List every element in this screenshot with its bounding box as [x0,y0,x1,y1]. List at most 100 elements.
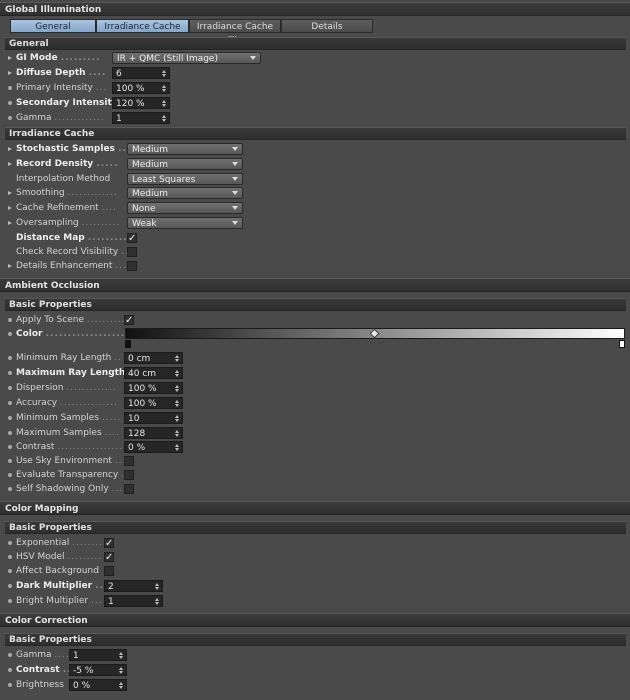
exponential-checkbox[interactable]: ✓ [104,538,114,549]
diffuse-depth-label: Diffuse Depth [16,68,86,78]
record-density-dropdown[interactable]: Medium [127,158,243,170]
cc-brightness-field[interactable]: 0 % [69,679,127,691]
chevron-down-icon [232,221,238,225]
self-shadowing-label: Self Shadowing Only [16,484,109,494]
cc-contrast-field[interactable]: -5 % [69,664,127,676]
self-shadowing-checkbox[interactable] [124,484,134,494]
stochastic-samples-dropdown[interactable]: Medium [127,143,243,155]
stepper-icon[interactable] [174,398,180,408]
param-dot-icon [8,668,12,672]
param-dot-icon [8,541,12,545]
param-dot-icon [8,101,12,105]
accuracy-field[interactable]: 100 % [124,397,183,409]
chevron-down-icon [232,206,238,210]
cc-gamma-field[interactable]: 1 [69,649,127,661]
expand-arrow-icon[interactable] [8,147,12,151]
gamma-value: 1 [116,114,122,124]
expand-arrow-icon[interactable] [8,264,12,268]
stepper-icon[interactable] [174,353,180,363]
param-dot-icon [8,401,12,405]
gi-mode-label: GI Mode [16,53,58,63]
interpolation-method-dropdown[interactable]: Least Squares [127,173,243,185]
stepper-icon[interactable] [154,596,160,606]
stepper-icon[interactable] [161,68,167,78]
use-sky-checkbox[interactable] [124,456,134,466]
color-label: Color [16,329,43,339]
stepper-icon[interactable] [174,442,180,452]
max-ray-length-field[interactable]: 40 cm [124,367,183,379]
section-irradiance-cache: Irradiance Cache [5,127,626,140]
diffuse-depth-field[interactable]: 6 [112,67,170,79]
hsv-model-label: HSV Model [16,552,65,562]
contrast-field[interactable]: 0 % [124,441,183,453]
gradient-white-knob[interactable] [619,340,625,348]
check-record-visibility-checkbox[interactable] [127,247,137,257]
cache-refinement-value: None [132,204,156,214]
gi-mode-dropdown[interactable]: IR + QMC (Still Image) [112,52,261,64]
gamma-field[interactable]: 1 [112,112,170,124]
details-enhancement-checkbox[interactable] [127,261,137,271]
apply-to-scene-checkbox[interactable]: ✓ [124,315,134,326]
min-samples-label: Minimum Samples [16,413,100,423]
bright-multiplier-value: 1 [108,597,114,607]
section-color-mapping: Color Mapping [0,501,630,515]
expand-arrow-icon[interactable] [8,71,12,75]
panel-title: Global Illumination [0,2,630,16]
oversampling-dropdown[interactable]: Weak [127,217,243,229]
distance-map-checkbox[interactable]: ✓ [127,233,137,244]
stepper-icon[interactable] [161,83,167,93]
gradient-black-knob[interactable] [125,340,131,348]
cache-refinement-dropdown[interactable]: None [127,202,243,214]
dispersion-field[interactable]: 100 % [124,382,183,394]
tab-details[interactable]: Details [281,19,373,33]
param-dot-icon [8,86,12,90]
max-samples-field[interactable]: 128 [124,427,183,439]
contrast-label: Contrast [16,442,55,452]
secondary-intensity-value: 120 % [116,99,145,109]
stepper-icon[interactable] [174,428,180,438]
stepper-icon[interactable] [174,368,180,378]
stepper-icon[interactable] [174,413,180,423]
cc-brightness-label: Brightness [16,680,64,690]
min-ray-length-label: Minimum Ray Length [16,353,112,363]
hsv-model-checkbox[interactable]: ✓ [104,552,114,563]
stepper-icon[interactable] [118,650,124,660]
bright-multiplier-field[interactable]: 1 [104,595,163,607]
cache-refinement-label: Cache Refinement [16,203,99,213]
tab-bar: General Irradiance Cache Irradiance Cach… [10,19,373,46]
stepper-icon[interactable] [118,680,124,690]
section-general: General [5,37,626,50]
primary-intensity-field[interactable]: 100 % [112,82,170,94]
tab-irradiance-cache[interactable]: Irradiance Cache [96,19,189,33]
expand-arrow-icon[interactable] [8,191,12,195]
stepper-icon[interactable] [174,383,180,393]
stepper-icon[interactable] [118,665,124,675]
max-samples-value: 128 [128,429,146,439]
stepper-icon[interactable] [154,581,160,591]
smoothing-dropdown[interactable]: Medium [127,187,243,199]
param-dot-icon [8,416,12,420]
tab-irradiance-cache-file[interactable]: Irradiance Cache File [189,19,281,46]
eval-transparency-checkbox[interactable] [124,470,134,480]
dark-multiplier-label: Dark Multiplier [16,581,93,591]
expand-arrow-icon[interactable] [8,162,12,166]
param-dot-icon [8,584,12,588]
dark-multiplier-field[interactable]: 2 [104,580,163,592]
stepper-icon[interactable] [161,113,167,123]
secondary-intensity-field[interactable]: 120 % [112,97,170,109]
expand-arrow-icon[interactable] [8,56,12,60]
tab-general[interactable]: General [10,19,96,33]
param-dot-icon [8,569,12,573]
stepper-icon[interactable] [161,98,167,108]
stochastic-samples-value: Medium [132,145,168,155]
expand-arrow-icon[interactable] [8,206,12,210]
interpolation-method-value: Least Squares [132,175,196,185]
param-dot-icon [8,431,12,435]
exponential-label: Exponential [16,538,70,548]
min-ray-length-field[interactable]: 0 cm [124,352,183,364]
param-dot-icon [8,683,12,687]
affect-background-checkbox[interactable] [104,566,114,576]
min-samples-field[interactable]: 10 [124,412,183,424]
expand-arrow-icon[interactable] [8,221,12,225]
smoothing-value: Medium [132,189,168,199]
